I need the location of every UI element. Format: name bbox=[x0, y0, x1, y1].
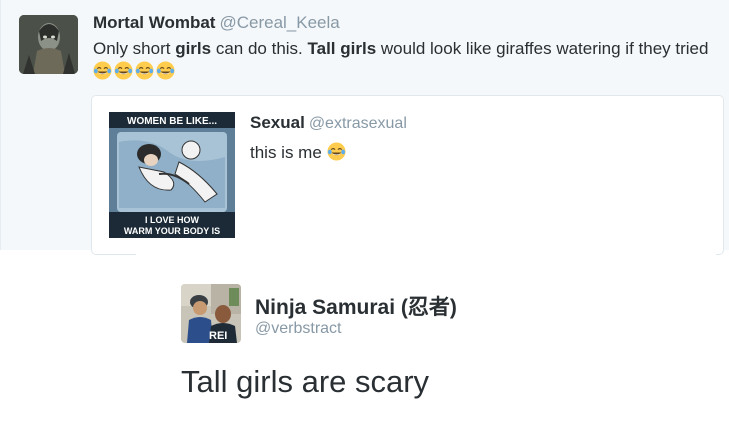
emoji-row bbox=[93, 61, 177, 81]
quoted-author-name[interactable]: Sexual bbox=[250, 113, 305, 132]
face-with-tears-of-joy-icon bbox=[327, 142, 346, 161]
svg-text:REI: REI bbox=[209, 330, 227, 342]
top-tweet-header: Mortal Wombat @Cereal_Keela bbox=[93, 13, 340, 33]
face-with-tears-of-joy-icon bbox=[135, 61, 154, 80]
bottom-tweet: REI Ninja Samurai (忍者) @verbstract bbox=[136, 250, 716, 429]
tweet-text-part: Only short bbox=[93, 39, 176, 58]
author-name[interactable]: Mortal Wombat bbox=[93, 13, 215, 32]
face-with-tears-of-joy-icon bbox=[114, 61, 133, 80]
meme-caption-top: WOMEN BE LIKE... bbox=[127, 116, 217, 127]
quoted-tweet-text: this is me bbox=[250, 142, 348, 163]
tweet-text: Only short girls can do this. Tall girls… bbox=[93, 37, 713, 83]
face-with-tears-of-joy-icon bbox=[156, 61, 175, 80]
author-name[interactable]: Ninja Samurai (忍者) bbox=[255, 291, 457, 321]
quoted-tweet-image[interactable]: WOMEN BE LIKE... I LOVE HOW WARM YOUR BO… bbox=[109, 112, 235, 238]
tweet-text-bold: Tall girls bbox=[307, 39, 377, 58]
quoted-tweet-header: Sexual @extrasexual bbox=[250, 113, 407, 133]
meme-caption-bottom-1: I LOVE HOW bbox=[145, 215, 200, 225]
bottom-tweet-text: Tall girls are scary bbox=[181, 364, 430, 399]
tweet-text-bold: girls bbox=[175, 39, 212, 58]
author-handle[interactable]: @verbstract bbox=[255, 320, 341, 338]
quoted-author-handle[interactable]: @extrasexual bbox=[309, 115, 407, 132]
avatar-mortal-wombat[interactable] bbox=[19, 15, 78, 74]
face-with-tears-of-joy-icon bbox=[93, 61, 112, 80]
tweet-text-part: can do this. bbox=[211, 39, 308, 58]
author-handle[interactable]: @Cereal_Keela bbox=[219, 13, 339, 32]
meme-caption-bottom-2: WARM YOUR BODY IS bbox=[124, 226, 220, 236]
avatar-ninja-samurai[interactable]: REI bbox=[181, 284, 241, 343]
quoted-tweet-card[interactable]: WOMEN BE LIKE... I LOVE HOW WARM YOUR BO… bbox=[91, 95, 724, 255]
top-tweet: Mortal Wombat @Cereal_Keela Only short gi… bbox=[0, 0, 729, 255]
tweet-text-part: would look like giraffes watering if the… bbox=[376, 39, 709, 58]
quoted-tweet-text-content: this is me bbox=[250, 143, 322, 162]
